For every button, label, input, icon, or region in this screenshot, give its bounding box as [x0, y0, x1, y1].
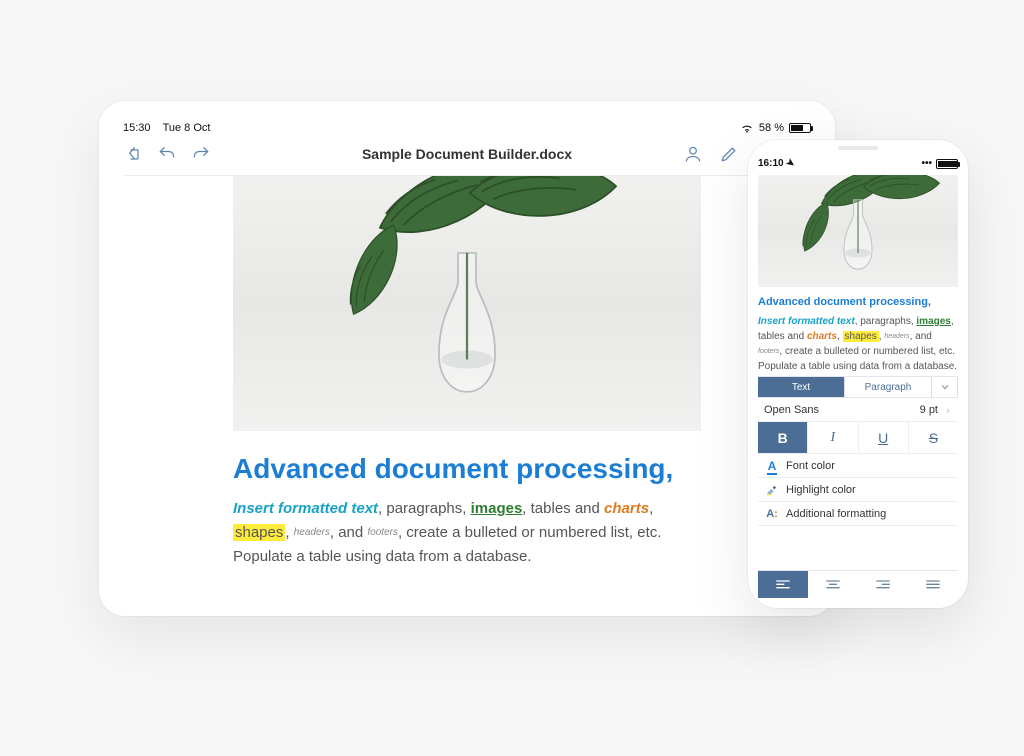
underline-button[interactable]: U: [859, 422, 909, 453]
ptext-charts: charts: [807, 331, 837, 342]
undo-icon[interactable]: [157, 144, 177, 164]
document-body: Insert formatted text, paragraphs, image…: [233, 497, 701, 569]
text-headers: headers: [294, 527, 330, 538]
edit-icon[interactable]: [719, 144, 739, 164]
tablet-status-bar: 15:30 Tue 8 Oct 58 %: [123, 121, 811, 135]
highlight-color-row[interactable]: Highlight color: [758, 478, 958, 502]
text-images: images: [471, 500, 523, 517]
ptext-insert-formatted: Insert formatted text: [758, 316, 855, 327]
style-button-group: B I U S: [758, 422, 958, 454]
ptext-shapes: shapes: [843, 331, 879, 342]
location-icon: ➤: [784, 157, 797, 171]
battery-icon: [789, 123, 811, 133]
align-center-button[interactable]: [808, 570, 858, 598]
phone-document-heading: Advanced document processing,: [758, 295, 958, 310]
tablet-device: 15:30 Tue 8 Oct 58 % Sample Document Bui…: [99, 101, 835, 616]
additional-formatting-icon: A:: [764, 508, 780, 520]
ptext-footers: footers: [758, 348, 779, 355]
highlight-color-label: Highlight color: [786, 484, 856, 496]
chevron-right-icon: [944, 406, 952, 414]
font-size: 9 pt: [920, 404, 938, 416]
document-heading: Advanced document processing,: [233, 453, 701, 485]
wifi-icon: [740, 121, 754, 135]
text-charts: charts: [604, 500, 649, 517]
font-color-label: Font color: [786, 460, 835, 472]
phone-hero-image: [758, 175, 958, 287]
italic-button[interactable]: I: [808, 422, 858, 453]
collapse-panel-button[interactable]: [932, 377, 958, 397]
segmented-control: Text Paragraph: [758, 376, 958, 398]
user-icon[interactable]: [683, 144, 703, 164]
cell-icon: •••: [921, 158, 932, 169]
alignment-bar: [758, 570, 958, 598]
tablet-battery-pct: 58 %: [759, 122, 784, 134]
hero-image: [233, 176, 701, 431]
text-footers: footers: [367, 527, 398, 538]
document-page[interactable]: Advanced document processing, Insert for…: [123, 175, 811, 588]
phone-time: 16:10: [758, 158, 784, 169]
align-left-button[interactable]: [758, 570, 808, 598]
phone-speaker: [838, 146, 878, 150]
phone-document[interactable]: Advanced document processing, Insert for…: [758, 295, 958, 374]
font-color-row[interactable]: A Font color: [758, 454, 958, 478]
battery-icon: [936, 159, 958, 169]
text-shapes: shapes: [233, 524, 285, 541]
text-insert-formatted: Insert formatted text: [233, 500, 378, 517]
ptext-images: images: [916, 316, 950, 327]
align-justify-button[interactable]: [908, 570, 958, 598]
font-name: Open Sans: [764, 404, 819, 416]
font-color-icon: A: [764, 459, 780, 473]
phone-device: 16:10 ➤ ••• Advanced document processing…: [748, 140, 968, 608]
tab-paragraph[interactable]: Paragraph: [845, 377, 932, 397]
tab-text[interactable]: Text: [758, 377, 845, 397]
align-right-button[interactable]: [858, 570, 908, 598]
highlight-icon: [764, 483, 780, 497]
back-file-icon[interactable]: [123, 144, 143, 164]
redo-icon[interactable]: [191, 144, 211, 164]
tablet-toolbar: Sample Document Builder.docx: [123, 141, 811, 167]
tablet-date: Tue 8 Oct: [163, 122, 211, 134]
font-row[interactable]: Open Sans 9 pt: [758, 398, 958, 422]
strike-button[interactable]: S: [909, 422, 958, 453]
tablet-time: 15:30: [123, 122, 151, 134]
additional-formatting-row[interactable]: A: Additional formatting: [758, 502, 958, 526]
additional-formatting-label: Additional formatting: [786, 508, 886, 520]
bold-button[interactable]: B: [758, 422, 808, 453]
phone-status-bar: 16:10 ➤ •••: [758, 158, 958, 169]
ptext-headers: headers: [884, 333, 909, 340]
